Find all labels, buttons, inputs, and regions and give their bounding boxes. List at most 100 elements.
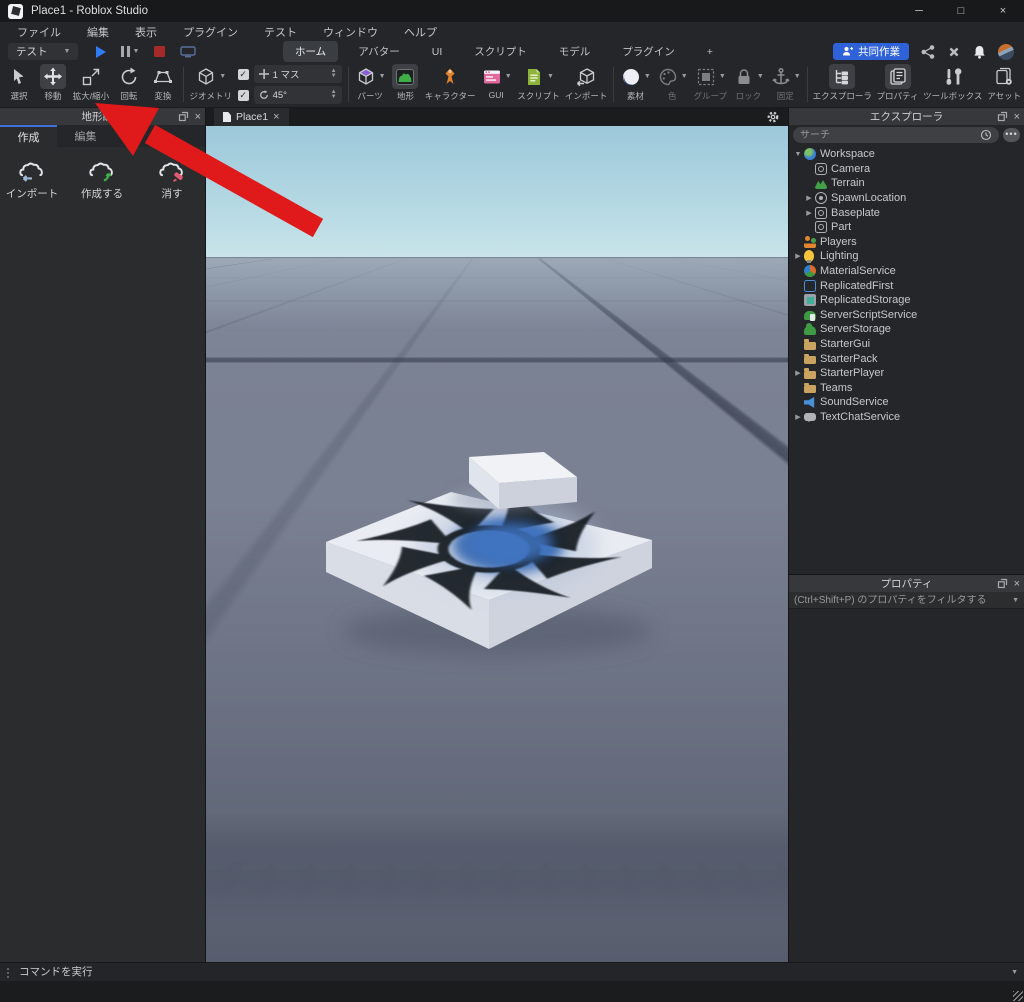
stop-button[interactable] [154,46,165,57]
command-input[interactable] [17,965,1004,979]
transform-tool-button[interactable]: 変換 [146,62,180,107]
minimize-button[interactable]: ─ [898,0,940,22]
rotate-snap-checkbox[interactable]: ✓ [238,90,249,101]
terrain-generate-button[interactable]: 作成する [74,157,130,952]
assets-panel-button[interactable]: アセット [984,62,1024,107]
test-mode-dropdown[interactable]: テスト ▼ [8,43,78,60]
scale-tool-button[interactable]: 拡大/縮小 [70,62,112,107]
more-options-button[interactable]: ••• [1003,128,1020,142]
menu-plugins[interactable]: プラグイン [170,24,251,40]
close-tab-icon[interactable]: × [273,111,279,123]
tree-item-soundservice[interactable]: SoundService [789,395,1024,410]
drag-handle-icon[interactable] [6,967,10,978]
tab-avatar[interactable]: アバター [346,41,412,62]
share-icon[interactable] [921,45,935,59]
viewport-settings-gear-icon[interactable] [766,110,780,124]
close-panel-icon[interactable]: × [1014,111,1020,123]
menu-view[interactable]: 表示 [122,24,170,40]
tree-item-starterplayer[interactable]: ▶StarterPlayer [789,366,1024,381]
tab-plugins[interactable]: プラグイン [610,41,687,62]
menu-window[interactable]: ウィンドウ [310,24,391,40]
chevron-down-icon[interactable]: ▼ [1011,969,1018,976]
move-snap-stepper[interactable]: 1 マス ▲▼ [254,65,342,83]
expand-arrow[interactable]: ▶ [793,252,803,260]
device-emulator-icon[interactable] [180,46,196,58]
tree-item-startergui[interactable]: StarterGui [789,337,1024,352]
tree-item-replicatedstorage[interactable]: ReplicatedStorage [789,293,1024,308]
move-tool-button[interactable]: 移動 [36,62,70,107]
explorer-search-input[interactable] [793,127,999,143]
character-button[interactable]: キャラクター [422,62,477,107]
float-panel-icon[interactable] [178,111,189,122]
material-button[interactable]: ▼ 素材 [617,62,654,107]
tree-item-teams[interactable]: Teams [789,381,1024,396]
group-button[interactable]: ▼ グループ [691,62,730,107]
tree-item-serverscriptservice[interactable]: ServerScriptService [789,308,1024,323]
expand-arrow[interactable]: ▶ [793,369,803,377]
tree-item-terrain[interactable]: Terrain [789,176,1024,191]
color-button[interactable]: ▼ 色 [654,62,691,107]
history-icon[interactable] [980,129,992,141]
terrain-import-button[interactable]: インポート [4,157,60,952]
properties-panel-button[interactable]: プロパティ [874,62,921,107]
lock-button[interactable]: ▼ ロック [730,62,767,107]
explorer-panel-button[interactable]: エクスプローラ [811,62,874,107]
tree-item-baseplate[interactable]: ▶Baseplate [789,205,1024,220]
terrain-button[interactable]: 地形 [388,62,422,107]
3d-canvas[interactable] [206,126,788,962]
tree-item-spawnlocation[interactable]: ▶SpawnLocation [789,191,1024,206]
menu-help[interactable]: ヘルプ [391,24,450,40]
tree-item-part[interactable]: Part [789,220,1024,235]
resize-grip[interactable] [1013,991,1023,1001]
menu-test[interactable]: テスト [251,24,310,40]
tree-item-replicatedfirst[interactable]: ReplicatedFirst [789,278,1024,293]
tree-item-textchatservice[interactable]: ▶TextChatService [789,410,1024,425]
tab-add[interactable]: + [695,43,725,61]
geometry-dropdown-button[interactable]: ▼ ジオメトリ [187,62,235,107]
expand-arrow[interactable]: ▶ [804,194,814,202]
expand-arrow[interactable]: ▶ [804,209,814,217]
tree-item-starterpack[interactable]: StarterPack [789,351,1024,366]
close-panel-icon[interactable]: × [1014,578,1020,590]
stepper-arrows-icon[interactable]: ▲▼ [331,90,337,100]
parts-button[interactable]: ▼ パーツ [352,62,389,107]
tree-item-camera[interactable]: Camera [789,162,1024,177]
move-snap-checkbox[interactable]: ✓ [238,69,249,80]
import-button[interactable]: インポート [562,62,610,107]
tree-item-materialservice[interactable]: MaterialService [789,264,1024,279]
rotate-snap-stepper[interactable]: 45° ▲▼ [254,86,342,104]
tree-item-workspace[interactable]: ▼Workspace [789,147,1024,162]
tab-model[interactable]: モデル [547,41,603,62]
float-panel-icon[interactable] [997,578,1008,589]
properties-filter-input[interactable]: ▼ [789,592,1024,609]
tab-create[interactable]: 作成 [0,125,57,147]
close-button[interactable]: × [982,0,1024,22]
select-tool-button[interactable]: 選択 [2,62,36,107]
tab-home[interactable]: ホーム [283,41,338,62]
script-button[interactable]: ▼ スクリプト [515,62,563,107]
gui-button[interactable]: ▼ GUI [478,62,515,107]
expand-arrow[interactable]: ▶ [793,413,803,421]
stepper-arrows-icon[interactable]: ▲▼ [331,69,337,79]
pause-button[interactable]: ▼ [121,46,139,57]
tab-ui[interactable]: UI [420,43,455,61]
anchor-button[interactable]: ▼ 固定 [767,62,804,107]
close-panel-icon[interactable]: × [195,111,201,123]
tree-item-players[interactable]: Players [789,235,1024,250]
user-avatar[interactable] [998,44,1014,60]
collaborate-button[interactable]: 共同作業 [833,43,909,60]
play-button[interactable] [96,46,106,58]
terrain-clear-button[interactable]: 消す [144,157,200,952]
tab-edit[interactable]: 編集 [57,125,114,147]
rotate-tool-button[interactable]: 回転 [112,62,146,107]
float-panel-icon[interactable] [997,111,1008,122]
tree-item-lighting[interactable]: ▶Lighting [789,249,1024,264]
expand-arrow[interactable]: ▼ [793,151,803,158]
toolbox-panel-button[interactable]: ツールボックス [921,62,984,107]
tab-script[interactable]: スクリプト [462,41,539,62]
notifications-bell-icon[interactable] [973,45,986,59]
maximize-button[interactable]: □ [940,0,982,22]
tree-item-serverstorage[interactable]: ServerStorage [789,322,1024,337]
menu-file[interactable]: ファイル [4,24,74,40]
connect-icon[interactable] [947,45,961,59]
